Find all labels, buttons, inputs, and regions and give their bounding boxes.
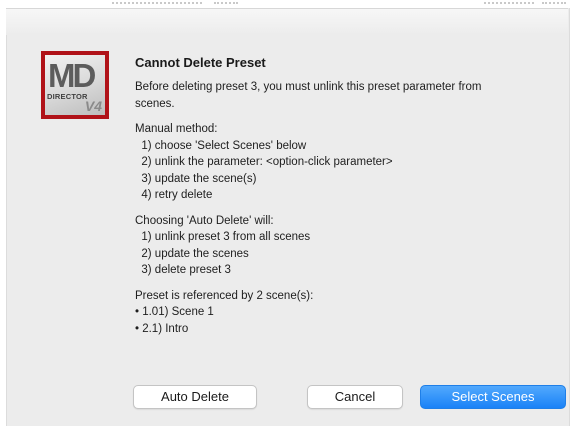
message-line: Before deleting preset 3, you must unlin… (135, 81, 482, 93)
select-scenes-button[interactable]: Select Scenes (420, 385, 566, 409)
app-icon-face: MD DIRECTOR V4 (45, 55, 105, 115)
dialog-message: Before deleting preset 3, you must unlin… (135, 79, 555, 337)
message-line: Manual method: (135, 123, 218, 135)
message-line: 3) delete preset 3 (135, 264, 231, 276)
auto-delete-button[interactable]: Auto Delete (133, 385, 257, 409)
dialog-top-shade (6, 9, 568, 35)
app-icon-logo-text: MD (48, 57, 96, 94)
message-line: Choosing 'Auto Delete' will: (135, 214, 274, 227)
message-line: • 2.1) Intro (135, 322, 189, 335)
dialog-title: Cannot Delete Preset (135, 55, 266, 70)
screen: MD DIRECTOR V4 Cannot Delete Preset Befo… (0, 0, 574, 426)
message-line: 1) choose 'Select Scenes' below (135, 139, 307, 152)
app-icon-version-text: V4 (84, 98, 102, 114)
message-line: 2) update the scenes (135, 247, 249, 260)
message-line: • 1.01) Scene 1 (135, 306, 214, 318)
cancel-button[interactable]: Cancel (307, 385, 403, 409)
window-title-strip (0, 0, 574, 8)
md-director-app-icon: MD DIRECTOR V4 (41, 51, 109, 119)
message-line: 1) unlink preset 3 from all scenes (135, 231, 311, 243)
message-line: 4) retry delete (135, 189, 213, 201)
message-line: scenes. (135, 97, 175, 110)
message-line: Preset is referenced by 2 scene(s): (135, 289, 314, 302)
message-line: 3) update the scene(s) (135, 172, 257, 185)
dialog-top-border (6, 8, 568, 9)
message-line: 2) unlink the parameter: <option-click p… (135, 156, 393, 168)
